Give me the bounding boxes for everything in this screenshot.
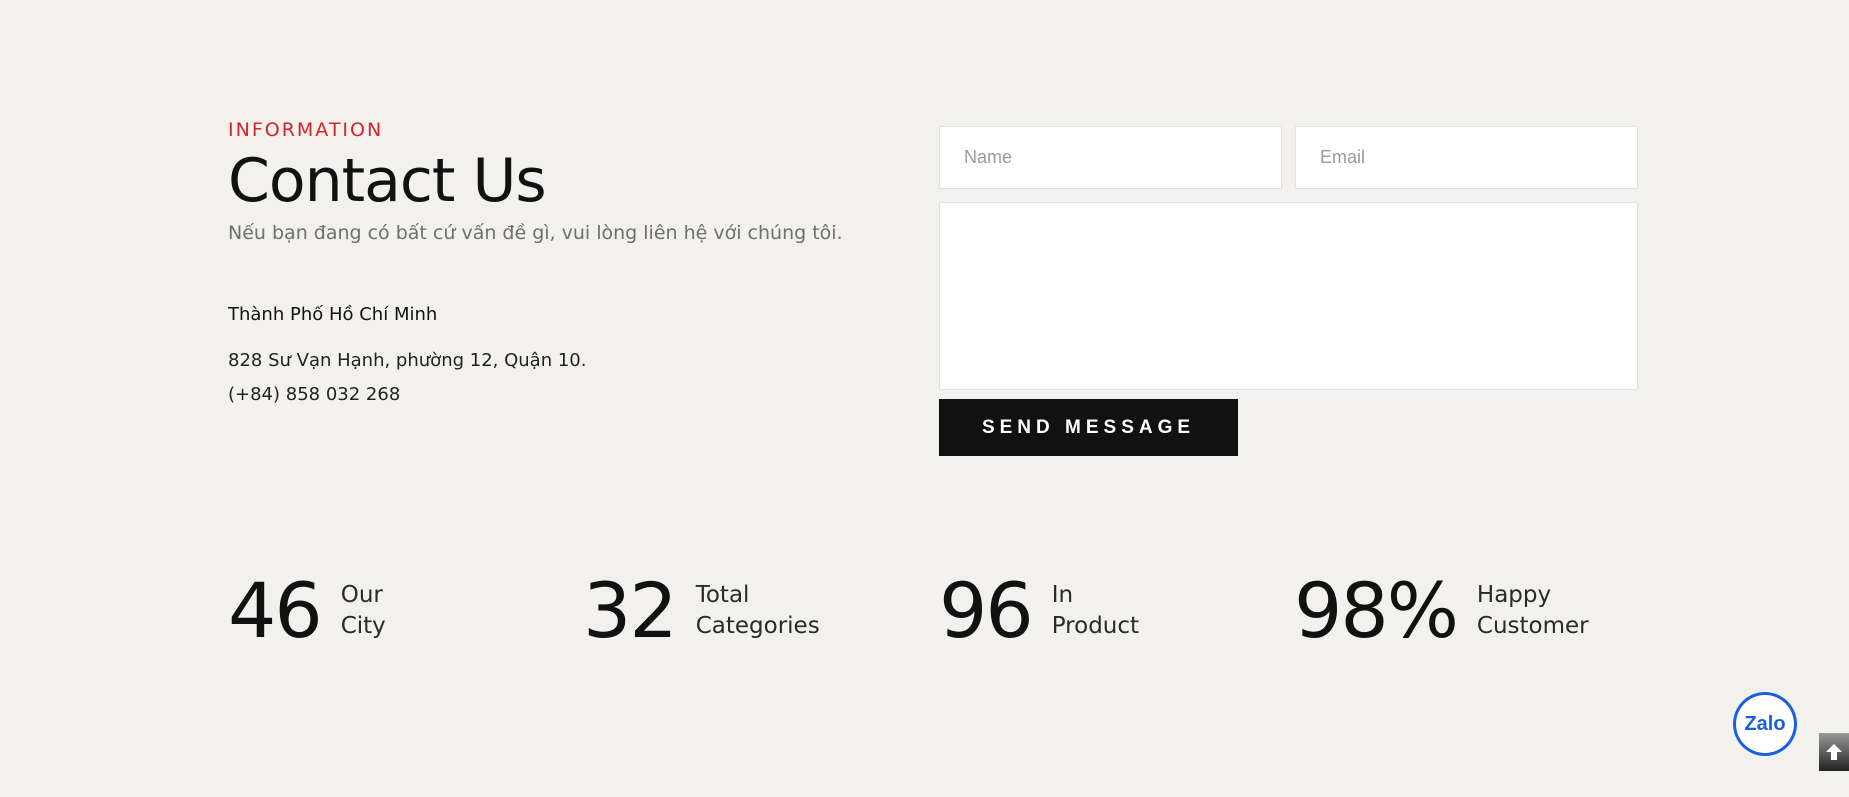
stats-row: 46 Our City 32 Total Categories 96 In Pr…: [0, 568, 1849, 658]
zalo-chat-button[interactable]: Zalo: [1733, 692, 1797, 756]
stat-label-line1: Our: [340, 582, 383, 608]
stat-number: 96: [939, 566, 1034, 655]
address-block: 828 Sư Vạn Hạnh, phường 12, Quận 10. (+8…: [228, 344, 586, 412]
message-textarea[interactable]: [939, 202, 1638, 390]
phone-line: (+84) 858 032 268: [228, 384, 401, 405]
stat-label: Total Categories: [696, 580, 820, 642]
address-line: 828 Sư Vạn Hạnh, phường 12, Quận 10.: [228, 350, 587, 371]
city-heading: Thành Phố Hồ Chí Minh: [228, 304, 438, 325]
stat-label-line1: In: [1051, 582, 1074, 608]
stat-customer: 98% Happy Customer: [1294, 568, 1589, 654]
section-eyebrow: INFORMATION: [228, 119, 384, 141]
stat-number: 98%: [1294, 566, 1459, 655]
stat-label: In Product: [1052, 580, 1139, 642]
stat-label-line2: Product: [1051, 613, 1140, 639]
name-input[interactable]: [939, 126, 1282, 189]
stat-number: 46: [228, 566, 323, 655]
page-title: Contact Us: [228, 146, 547, 216]
form-row: [939, 126, 1638, 189]
page-subtitle: Nếu bạn đang có bất cứ vấn đề gì, vui lò…: [228, 222, 843, 244]
stat-product: 96 In Product: [939, 568, 1139, 654]
stat-label-line2: City: [340, 613, 386, 639]
back-to-top-button[interactable]: [1819, 733, 1849, 771]
stat-label-line1: Happy: [1476, 582, 1552, 608]
stat-label-line2: Customer: [1476, 613, 1589, 639]
stat-label-line1: Total: [695, 582, 750, 608]
zalo-icon: Zalo: [1744, 712, 1786, 735]
stat-label-line2: Categories: [695, 613, 820, 639]
stat-number: 32: [583, 566, 678, 655]
contact-info: INFORMATION Contact Us Nếu bạn đang có b…: [228, 118, 878, 405]
email-input[interactable]: [1295, 126, 1638, 189]
stat-city: 46 Our City: [228, 568, 386, 654]
stat-categories: 32 Total Categories: [583, 568, 820, 654]
contact-form: SEND MESSAGE: [939, 126, 1638, 456]
arrow-up-icon: [1826, 744, 1842, 760]
send-message-button[interactable]: SEND MESSAGE: [939, 399, 1238, 456]
stat-label: Happy Customer: [1477, 580, 1589, 642]
stat-label: Our City: [341, 580, 386, 642]
